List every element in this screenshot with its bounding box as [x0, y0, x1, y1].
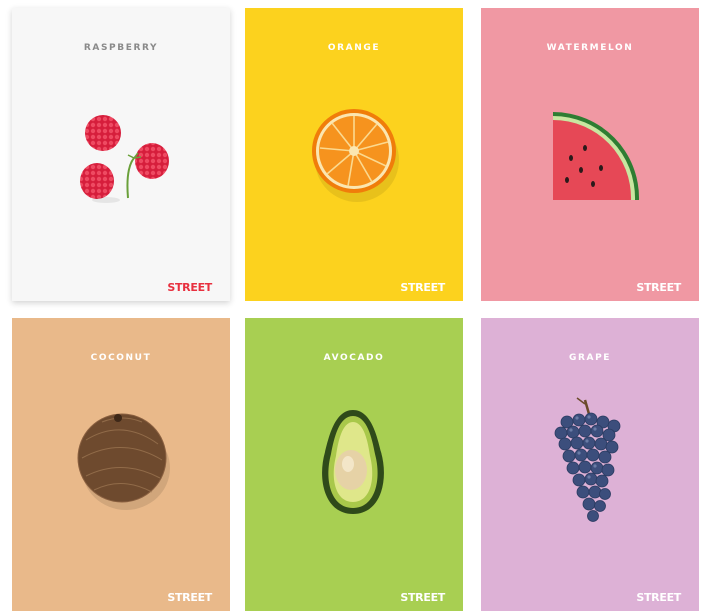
notebook-card-grape[interactable]: GRAPE STREET	[481, 318, 699, 611]
notebook-card-avocado[interactable]: AVOCADO STREET	[245, 318, 463, 611]
grape-bunch-icon	[554, 397, 621, 522]
orange-slice-icon	[312, 109, 399, 202]
notebook-card-raspberry[interactable]: RASPBERRY STREET	[12, 8, 230, 301]
notebook-card-orange[interactable]: ORANGE STREET	[245, 8, 463, 301]
brand-logo: STREET	[167, 281, 212, 294]
notebook-card-coconut[interactable]: COCONUT STREET	[12, 318, 230, 611]
notebook-card-watermelon[interactable]: WATERMELON STREET	[481, 8, 699, 301]
brand-logo: STREET	[636, 591, 681, 604]
brand-logo: STREET	[400, 591, 445, 604]
brand-logo: STREET	[167, 591, 212, 604]
avocado-half-icon	[322, 410, 384, 514]
brand-logo: STREET	[636, 281, 681, 294]
watermelon-slice-icon	[553, 112, 640, 200]
raspberry-icon	[80, 115, 169, 203]
brand-logo: STREET	[400, 281, 445, 294]
coconut-icon	[77, 413, 170, 510]
